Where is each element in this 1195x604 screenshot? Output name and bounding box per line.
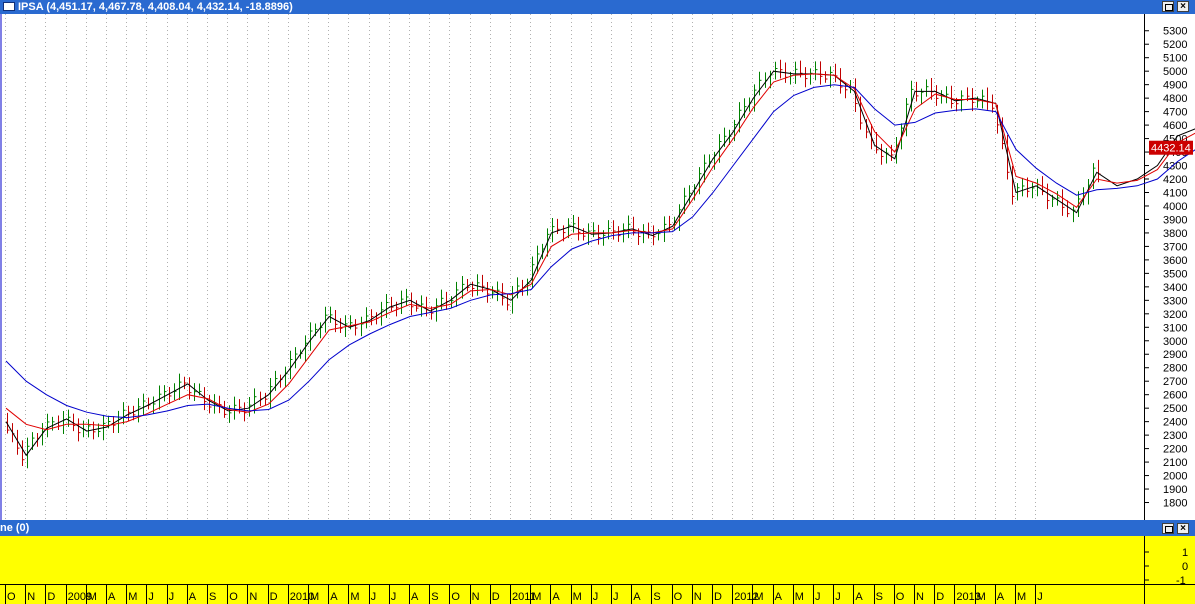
indicator-panel: 10-1O N D 2009M A M J J A S O N D 2010M A M J J A S O N D 2011M… [0,536,1195,604]
price-chart[interactable]: 1800 19002000 21002200 23002400 25002600 2700… [0,14,1195,520]
x-tick-label: J [391,591,397,603]
x-tick-label: J [815,591,821,603]
y-tick-label: 3000 [1163,336,1187,348]
indicator-title: ne (0) [0,522,30,534]
y-tick-label: 4600 [1163,120,1187,132]
series-ma_slow [5,84,1195,419]
x-tick-label: M [350,591,359,603]
y-tick-label: 2000 [1163,471,1187,483]
x-tick-label: N [472,591,480,603]
x-tick-label: A [997,591,1005,603]
x-tick-label: J [613,591,619,603]
chart-title: IPSA (4,451.17, 4,467.78, 4,408.04, 4,43… [18,1,293,13]
x-tick-label: N [694,591,702,603]
x-tick-label: J [835,591,841,603]
x-tick-label: J [371,591,377,603]
x-tick-label: M [128,591,137,603]
last-price-label: 4432.14 [1151,143,1191,155]
y-tick-label: 4200 [1163,174,1187,186]
indicator-y-label: 0 [1182,561,1188,573]
restore-button[interactable] [1162,1,1174,12]
x-tick-label: J [593,591,599,603]
x-tick-label: A [330,591,338,603]
x-tick-label: A [855,591,863,603]
x-tick-label: N [27,591,35,603]
x-tick-label: O [896,591,905,603]
indicator-y-label: -1 [1176,575,1186,587]
x-tick-label: S [431,591,438,603]
y-tick-label: 2200 [1163,444,1187,456]
x-tick-label: J [148,591,154,603]
x-tick-label: S [653,591,660,603]
chart-window-icon [3,2,15,11]
y-tick-label: 3300 [1163,295,1187,307]
y-tick-label: 3700 [1163,241,1187,253]
y-tick-label: 2300 [1163,430,1187,442]
x-tick-label: D [270,591,278,603]
y-tick-label: 3800 [1163,228,1187,240]
y-tick-label: 5000 [1163,66,1187,78]
x-tick-label: D [492,591,500,603]
x-tick-label: S [876,591,883,603]
x-tick-label: M [573,591,582,603]
x-tick-label: A [633,591,641,603]
series-ma_fast [5,73,1195,431]
x-tick-label: N [249,591,257,603]
y-tick-label: 2800 [1163,363,1187,375]
x-tick-label: A [552,591,560,603]
y-tick-label: 4800 [1163,93,1187,105]
y-tick-label: 1900 [1163,484,1187,496]
x-tick-label: S [209,591,216,603]
x-tick-label: A [108,591,116,603]
y-tick-label: 3200 [1163,309,1187,321]
y-tick-label: 3600 [1163,255,1187,267]
series-close [5,70,1195,457]
indicator-y-label: 1 [1182,547,1188,559]
x-tick-label: M [977,591,986,603]
y-tick-label: 5100 [1163,53,1187,65]
x-tick-label: O [7,591,16,603]
y-tick-label: 3500 [1163,268,1187,280]
x-tick-label: D [714,591,722,603]
y-tick-label: 4100 [1163,187,1187,199]
y-tick-label: 5200 [1163,39,1187,51]
y-tick-label: 3400 [1163,282,1187,294]
x-tick-label: D [47,591,55,603]
x-tick-label: J [169,591,175,603]
indicator-restore-button[interactable] [1162,523,1174,534]
indicator-close-button[interactable]: × [1177,523,1189,534]
x-tick-label: A [189,591,197,603]
y-tick-label: 2700 [1163,376,1187,388]
y-tick-label: 2600 [1163,390,1187,402]
x-tick-label: M [532,591,541,603]
y-tick-label: 4700 [1163,107,1187,119]
x-tick-label: M [310,591,319,603]
x-tick-label: M [88,591,97,603]
y-tick-label: 2500 [1163,403,1187,415]
chart-window-titlebar[interactable]: IPSA (4,451.17, 4,467.78, 4,408.04, 4,43… [0,0,1195,14]
x-tick-label: M [795,591,804,603]
x-tick-label: O [229,591,238,603]
y-tick-label: 3900 [1163,214,1187,226]
y-tick-label: 3100 [1163,322,1187,334]
y-tick-label: 5300 [1163,26,1187,38]
x-tick-label: M [754,591,763,603]
x-tick-label: M [1017,591,1026,603]
x-tick-label: D [936,591,944,603]
x-tick-label: O [674,591,683,603]
x-tick-label: J [1037,591,1043,603]
y-tick-label: 2400 [1163,417,1187,429]
y-tick-label: 2900 [1163,349,1187,361]
close-button[interactable]: × [1177,1,1189,12]
x-tick-label: A [775,591,783,603]
indicator-titlebar[interactable]: ne (0) × [0,520,1195,536]
y-tick-label: 4900 [1163,80,1187,92]
y-tick-label: 4000 [1163,201,1187,213]
x-tick-label: N [916,591,924,603]
y-tick-label: 2100 [1163,457,1187,469]
x-tick-label: A [411,591,419,603]
y-tick-label: 1800 [1163,498,1187,510]
x-tick-label: O [451,591,460,603]
